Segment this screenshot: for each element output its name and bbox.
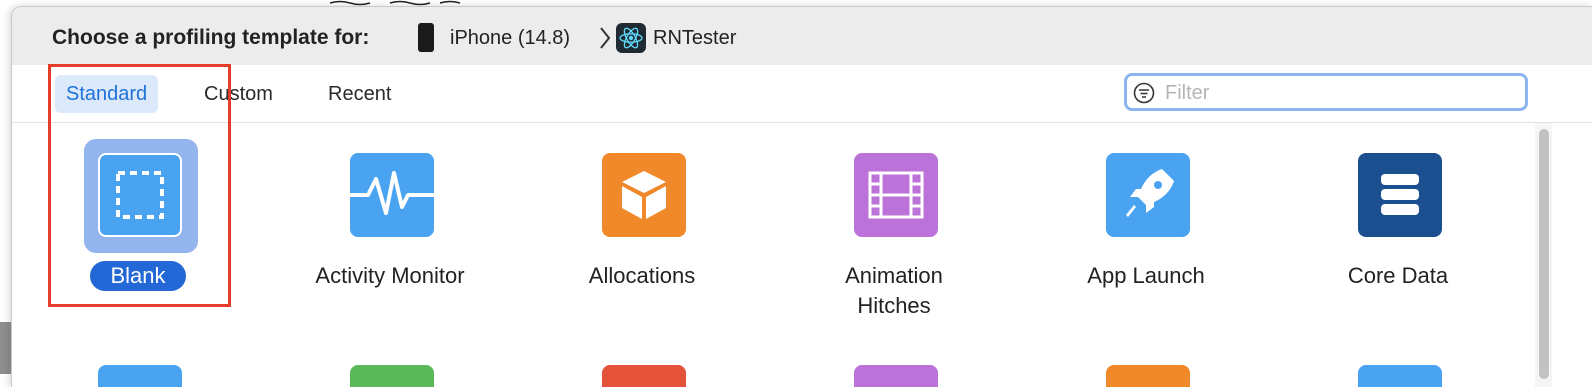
template-label: Activity Monitor [315, 263, 465, 288]
background-window-edge [0, 0, 11, 374]
template-tile-partial[interactable] [1106, 365, 1190, 387]
database-icon [1358, 153, 1442, 237]
filter-input[interactable] [1163, 78, 1517, 108]
rocket-icon [1106, 153, 1190, 237]
iphone-icon [418, 23, 434, 52]
chevron-right-icon [600, 27, 611, 49]
template-core-data[interactable]: Core Data [1288, 139, 1508, 339]
template-label: Core Data [1347, 263, 1449, 288]
template-label: App Launch [1087, 263, 1205, 288]
sheet-header: Choose a profiling template for: iPhone … [12, 7, 1592, 65]
template-label: Allocations [588, 263, 696, 288]
template-app-launch[interactable]: App Launch [1036, 139, 1256, 339]
device-label[interactable]: iPhone (14.8) [450, 27, 570, 50]
screen: Choose a profiling template for: iPhone … [0, 0, 1592, 387]
header-title: Choose a profiling template for: [52, 26, 370, 49]
heartbeat-icon [350, 153, 434, 237]
template-tile-partial[interactable] [98, 365, 182, 387]
cube-icon [602, 153, 686, 237]
filter-icon [1133, 82, 1155, 104]
template-tile-partial[interactable] [1358, 365, 1442, 387]
template-tile-partial[interactable] [350, 365, 434, 387]
template-label: Animation Hitches [845, 263, 943, 318]
template-tile-partial[interactable] [854, 365, 938, 387]
scrollbar-thumb[interactable] [1539, 129, 1549, 379]
tab-recent[interactable]: Recent [317, 75, 402, 113]
film-strip-icon [854, 153, 938, 237]
annotation-highlight-box [48, 64, 231, 307]
template-activity-monitor[interactable]: Activity Monitor [280, 139, 500, 339]
filter-field[interactable] [1124, 73, 1528, 111]
background-window-edge-dark [0, 322, 11, 374]
app-label[interactable]: RNTester [653, 27, 736, 50]
template-allocations[interactable]: Allocations [532, 139, 752, 339]
template-animation-hitches[interactable]: Animation Hitches [784, 139, 1004, 339]
react-app-icon [616, 23, 646, 53]
vertical-scrollbar[interactable] [1535, 123, 1552, 387]
profiling-template-sheet: Choose a profiling template for: iPhone … [11, 6, 1592, 387]
template-tile-partial[interactable] [602, 365, 686, 387]
